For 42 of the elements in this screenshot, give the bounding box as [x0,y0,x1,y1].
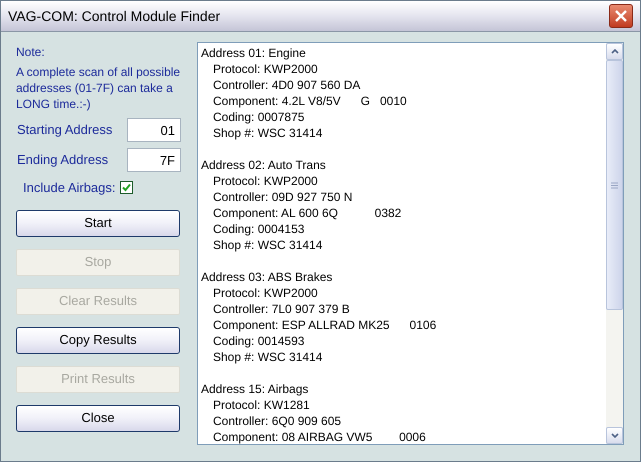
grip-icon [611,182,618,188]
result-line: Coding: 0004153 [212,221,306,237]
action-button[interactable]: Copy Results [16,326,180,354]
result-line: Controller: 6Q0 909 605 [212,413,342,429]
result-header: Address 03: ABS Brakes [201,269,334,285]
result-line: Protocol: KWP2000 [212,61,319,77]
close-button[interactable] [609,4,633,28]
action-button[interactable]: Start [16,210,180,236]
address-input[interactable]: 01 [127,118,181,142]
close-icon [614,9,628,23]
result-line: Controller: 09D 927 750 N [212,189,354,205]
result-line: Component: ESP ALLRAD MK25 0106 [212,317,438,333]
checkbox-label: Include Airbags: [23,179,116,197]
result-line: Protocol: KWP2000 [212,285,319,301]
scroll-up-button[interactable] [606,43,623,60]
include-airbags-checkbox[interactable] [120,181,133,194]
result-line: Controller: 4D0 907 560 DA [212,77,362,93]
vertical-scrollbar[interactable] [606,43,623,444]
result-line: Component: 08 AIRBAG VW5 0006 [212,429,427,444]
result-header: Address 15: Airbags [201,381,310,397]
check-icon [122,183,131,192]
window-title: VAG-COM: Control Module Finder [8,6,220,26]
address-input[interactable]: 7F [127,148,181,172]
field-label: Ending Address [17,151,108,170]
result-header: Address 01: Engine [201,45,307,61]
result-line: Controller: 7L0 907 379 B [212,301,351,317]
result-line: Component: 4.2L V8/5V G 0010 [212,93,408,109]
result-line: Coding: 0007875 [212,109,306,125]
result-line: Shop #: WSC 31414 [212,237,324,253]
scroll-down-button[interactable] [606,427,623,444]
result-line: Component: AL 600 6Q 0382 [212,205,402,221]
result-line: Coding: 0014593 [212,333,306,349]
result-header: Address 02: Auto Trans [201,157,327,173]
note-label: Note: [16,44,46,60]
scroll-thumb[interactable] [606,60,623,310]
result-line: Protocol: KW1281 [212,397,311,413]
note-text: A complete scan of all possible addresses (01-7F) can take a LONG time.:-) [16,64,182,112]
result-line: Shop #: WSC 31414 [212,349,324,365]
action-button[interactable]: Close [16,404,180,432]
field-label: Starting Address [17,121,112,140]
result-line: Shop #: WSC 31414 [212,125,324,141]
result-line: Protocol: KWP2000 [212,173,319,189]
